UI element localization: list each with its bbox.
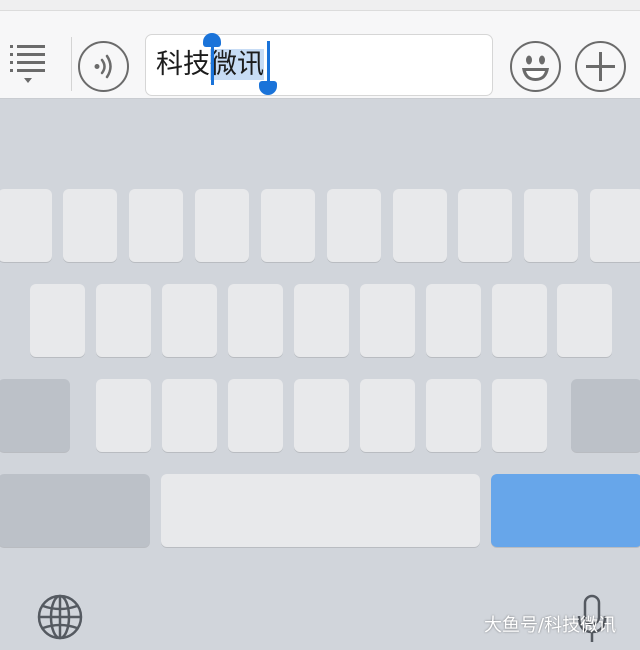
key[interactable] [393,189,447,262]
list-menu-icon[interactable] [8,37,52,87]
enter-key[interactable] [491,474,640,547]
key[interactable] [30,284,85,357]
key[interactable] [360,379,415,452]
mode-switch-key[interactable] [0,474,150,547]
key[interactable] [426,379,481,452]
key[interactable] [492,379,547,452]
space-key[interactable] [161,474,480,547]
add-button[interactable] [575,41,626,92]
key[interactable] [162,284,217,357]
key[interactable] [162,379,217,452]
emoji-button[interactable] [510,41,561,92]
input-toolbar: 科技微讯 [0,11,640,99]
key[interactable] [63,189,117,262]
shift-key[interactable] [0,379,70,452]
key[interactable] [96,284,151,357]
key[interactable] [294,284,349,357]
input-text: 科技微讯 [156,47,264,83]
key[interactable] [327,189,381,262]
key[interactable] [524,189,578,262]
input-text-unselected: 科技 [156,49,210,80]
smiley-icon [522,55,549,81]
voice-button[interactable] [78,41,129,92]
selection-end-handle[interactable] [259,81,277,95]
key[interactable] [129,189,183,262]
selection-end-caret [267,41,270,85]
backspace-key[interactable] [571,379,640,452]
voice-wave-icon [94,54,112,79]
key[interactable] [0,189,52,262]
key[interactable] [228,284,283,357]
input-text-selected: 微讯 [210,49,264,80]
selection-start-handle[interactable] [203,33,221,47]
plus-icon [586,52,615,81]
key[interactable] [557,284,612,357]
key[interactable] [360,284,415,357]
message-input[interactable]: 科技微讯 [145,33,493,96]
top-status-strip [0,0,640,11]
key[interactable] [426,284,481,357]
key[interactable] [228,379,283,452]
selection-start-caret [211,41,214,85]
key[interactable] [294,379,349,452]
key[interactable] [261,189,315,262]
key[interactable] [96,379,151,452]
key[interactable] [590,189,640,262]
watermark-text: 大鱼号/科技微讯 [484,615,617,636]
globe-icon[interactable] [36,593,84,641]
key[interactable] [492,284,547,357]
toolbar-divider [71,37,72,91]
key[interactable] [195,189,249,262]
key[interactable] [458,189,512,262]
